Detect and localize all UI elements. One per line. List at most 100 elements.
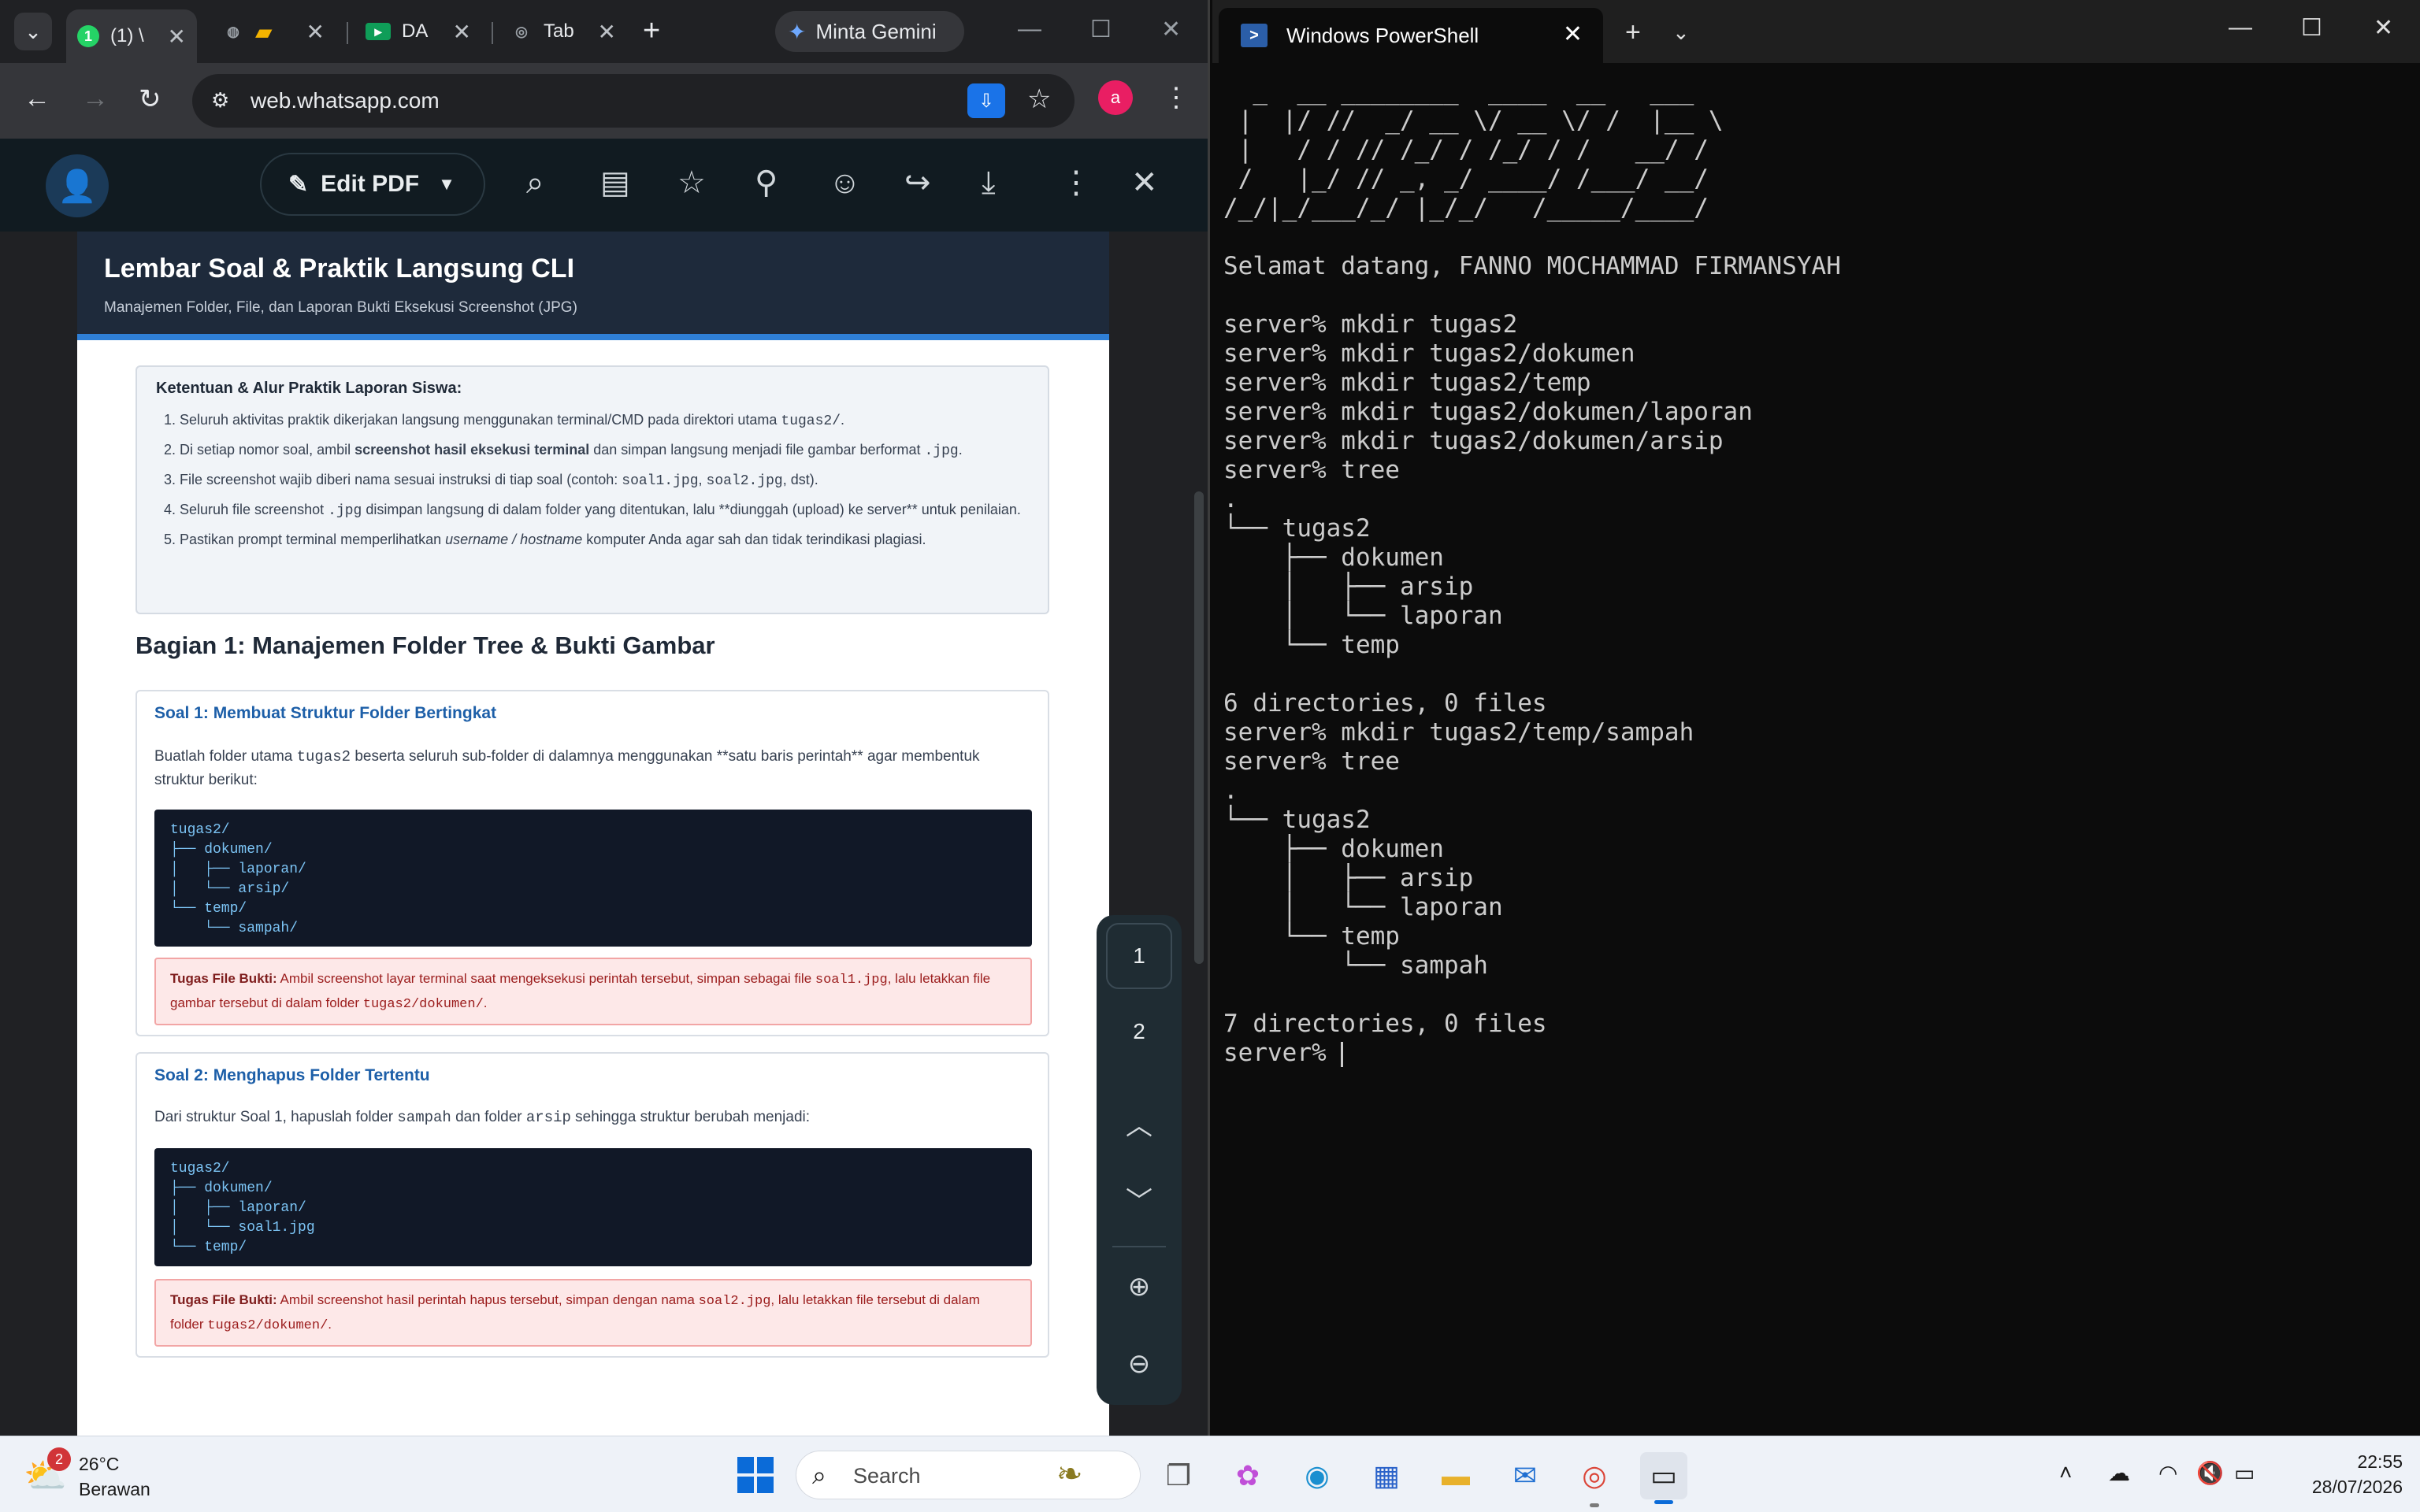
speaker-muted-icon[interactable]: 🔇 [2196, 1460, 2224, 1486]
forward-icon[interactable]: ↪ [904, 167, 931, 198]
address-bar[interactable]: ⚙ web.whatsapp.com ⇩ ☆ [192, 74, 1075, 128]
search-placeholder: Search [853, 1464, 921, 1488]
windows-logo-icon [737, 1457, 754, 1473]
tab-separator [347, 22, 348, 44]
maximize-button[interactable]: ☐ [1090, 16, 1112, 43]
bookmark-star-icon[interactable]: ☆ [1027, 83, 1051, 115]
profile-avatar[interactable]: a [1098, 80, 1133, 115]
zoom-in-icon[interactable]: ⊕ [1097, 1271, 1182, 1303]
globe-icon: ◍ [227, 23, 239, 39]
page-thumb-1[interactable]: 1 [1106, 923, 1172, 989]
start-button[interactable] [737, 1457, 774, 1493]
maximize-button[interactable]: ☐ [2301, 14, 2322, 42]
pencil-icon: ✎ [288, 171, 309, 198]
rule-item: Di setiap nomor soal, ambil screenshot h… [180, 439, 1029, 462]
close-tab-icon[interactable]: ✕ [598, 19, 616, 45]
store-icon[interactable]: ▦ [1363, 1452, 1410, 1499]
pdf-header: Lembar Soal & Praktik Langsung CLI Manaj… [77, 232, 1109, 340]
tab-slides[interactable]: ▸ DA ✕ [354, 9, 482, 54]
chevron-up-icon[interactable]: ˄ [2059, 1460, 2072, 1485]
tab-label: DA [402, 20, 429, 42]
pdf-subtitle: Manajemen Folder, File, dan Laporan Bukt… [104, 299, 577, 316]
edge-icon[interactable]: ◉ [1294, 1452, 1341, 1499]
close-tab-icon[interactable]: ✕ [453, 19, 471, 45]
wifi-icon[interactable]: ◠ [2158, 1460, 2177, 1486]
tab-separator [492, 22, 493, 44]
chrome-icon[interactable]: ◎ [1571, 1452, 1618, 1507]
caret-down-icon: ▼ [438, 174, 455, 194]
tab-search-button[interactable]: ⌄ [14, 13, 52, 50]
question-card-2: Soal 2: Menghapus Folder Tertentu Dari s… [135, 1052, 1049, 1358]
taskbar: ⛅ 2 26°C Berawan ⌕ Search ❧ ❐ ✿ ◉ ▦ ▬ ✉ … [0, 1436, 2420, 1512]
gemini-label: Minta Gemini [815, 19, 937, 43]
install-app-icon[interactable]: ⇩ [967, 83, 1005, 118]
terminal-tab-title: Windows PowerShell [1286, 23, 1479, 47]
terminal-dropdown-icon[interactable]: ⌄ [1672, 20, 1690, 45]
section-title: Bagian 1: Manajemen Folder Tree & Bukti … [135, 632, 715, 659]
terminal-tab-powershell[interactable]: > Windows PowerShell ✕ [1219, 8, 1603, 63]
download-icon[interactable]: ⤓ [982, 167, 996, 198]
reload-button[interactable]: ↻ [139, 83, 161, 115]
edit-pdf-button[interactable]: ✎ Edit PDF ▼ [260, 153, 485, 216]
minimize-button[interactable]: — [1018, 16, 1041, 43]
more-options-icon[interactable]: ⋮ [1060, 167, 1092, 198]
chrome-menu-icon[interactable]: ⋮ [1163, 82, 1190, 113]
cloud-off-icon[interactable]: ☁ [2108, 1460, 2130, 1486]
divider [1112, 1246, 1166, 1247]
new-tab-button[interactable]: + [643, 14, 660, 48]
task-view-icon[interactable]: ❐ [1155, 1452, 1202, 1499]
search-icon[interactable]: ⌕ [526, 167, 544, 198]
chevron-down-icon[interactable]: ﹀ [1097, 1180, 1182, 1218]
clock[interactable]: 22:55 28/07/2026 [2277, 1449, 2403, 1499]
terminal-text: _ __ ________ ____ __ ___ | |/ // _/ __ … [1223, 77, 1841, 1067]
chevron-up-icon[interactable]: ︿ [1097, 1104, 1182, 1143]
tab-label: Tab [544, 20, 574, 42]
folder-icon: ▰ [255, 19, 273, 44]
battery-icon[interactable]: ▭ [2234, 1460, 2255, 1486]
close-window-button[interactable]: ✕ [1161, 16, 1181, 43]
forward-button[interactable]: → [82, 83, 109, 114]
zoom-out-icon[interactable]: ⊖ [1097, 1348, 1182, 1380]
question-card-1: Soal 1: Membuat Struktur Folder Bertingk… [135, 690, 1049, 1036]
tab-whatsapp[interactable]: 1 (1) \ ✕ [66, 9, 197, 63]
pdf-scrollbar[interactable] [1194, 491, 1204, 964]
weather-condition: Berawan [79, 1479, 150, 1499]
terminal-icon[interactable]: ▭ [1640, 1452, 1687, 1504]
contact-avatar[interactable]: 👤 [46, 154, 109, 217]
page-thumb-2[interactable]: 2 [1106, 999, 1172, 1065]
terminal-window: > Windows PowerShell ✕ + ⌄ — ☐ ✕ _ __ __… [1212, 0, 2420, 1436]
question-title: Soal 2: Menghapus Folder Tertentu [154, 1066, 430, 1084]
code-block: tugas2/ ├── dokumen/ │ ├── laporan/ │ └─… [154, 1148, 1032, 1266]
close-tab-icon[interactable]: ✕ [306, 19, 325, 45]
url-text[interactable]: web.whatsapp.com [251, 88, 440, 113]
code-block: tugas2/ ├── dokumen/ │ ├── laporan/ │ └─… [154, 810, 1032, 947]
rules-title: Ketentuan & Alur Praktik Laporan Siswa: [156, 380, 462, 397]
close-tab-icon[interactable]: ✕ [1563, 20, 1583, 48]
rule-item: Seluruh aktivitas praktik dikerjakan lan… [180, 409, 1029, 432]
file-explorer-icon[interactable]: ▬ [1432, 1452, 1479, 1499]
new-terminal-tab-button[interactable]: + [1625, 17, 1641, 48]
outlook-icon[interactable]: ✉ [1501, 1452, 1549, 1499]
page-navigator: 1 2 ︿ ﹀ ⊕ ⊖ [1097, 915, 1182, 1405]
person-icon: 👤 [58, 169, 97, 204]
edit-pdf-label: Edit PDF [321, 171, 420, 197]
whatsapp-icon: 1 [77, 25, 99, 47]
site-info-icon[interactable]: ⚙ [211, 88, 229, 113]
emoji-icon[interactable]: ☺ [829, 167, 861, 198]
back-button[interactable]: ← [24, 83, 50, 114]
close-viewer-icon[interactable]: ✕ [1131, 167, 1158, 198]
close-tab-icon[interactable]: ✕ [168, 24, 186, 50]
copilot-icon[interactable]: ✿ [1224, 1452, 1271, 1499]
tab-other[interactable]: ◎ Tab ✕ [499, 9, 627, 54]
minimize-button[interactable]: — [2229, 14, 2252, 41]
star-icon[interactable]: ☆ [677, 167, 706, 198]
taskbar-search[interactable]: ⌕ Search ❧ [796, 1451, 1141, 1499]
weather-widget[interactable]: ⛅ 2 26°C Berawan [24, 1447, 228, 1503]
terminal-output[interactable]: _ __ ________ ____ __ ___ | |/ // _/ __ … [1223, 77, 2405, 1068]
close-window-button[interactable]: ✕ [2374, 14, 2393, 42]
tab-files[interactable]: ◍ ▰ ✕ [211, 9, 336, 54]
pin-icon[interactable]: ⚲ [755, 167, 778, 198]
gemini-button[interactable]: ✦ Minta Gemini [775, 11, 964, 52]
rule-item: Seluruh file screenshot .jpg disimpan la… [180, 498, 1029, 522]
message-icon[interactable]: ▤ [600, 167, 630, 198]
